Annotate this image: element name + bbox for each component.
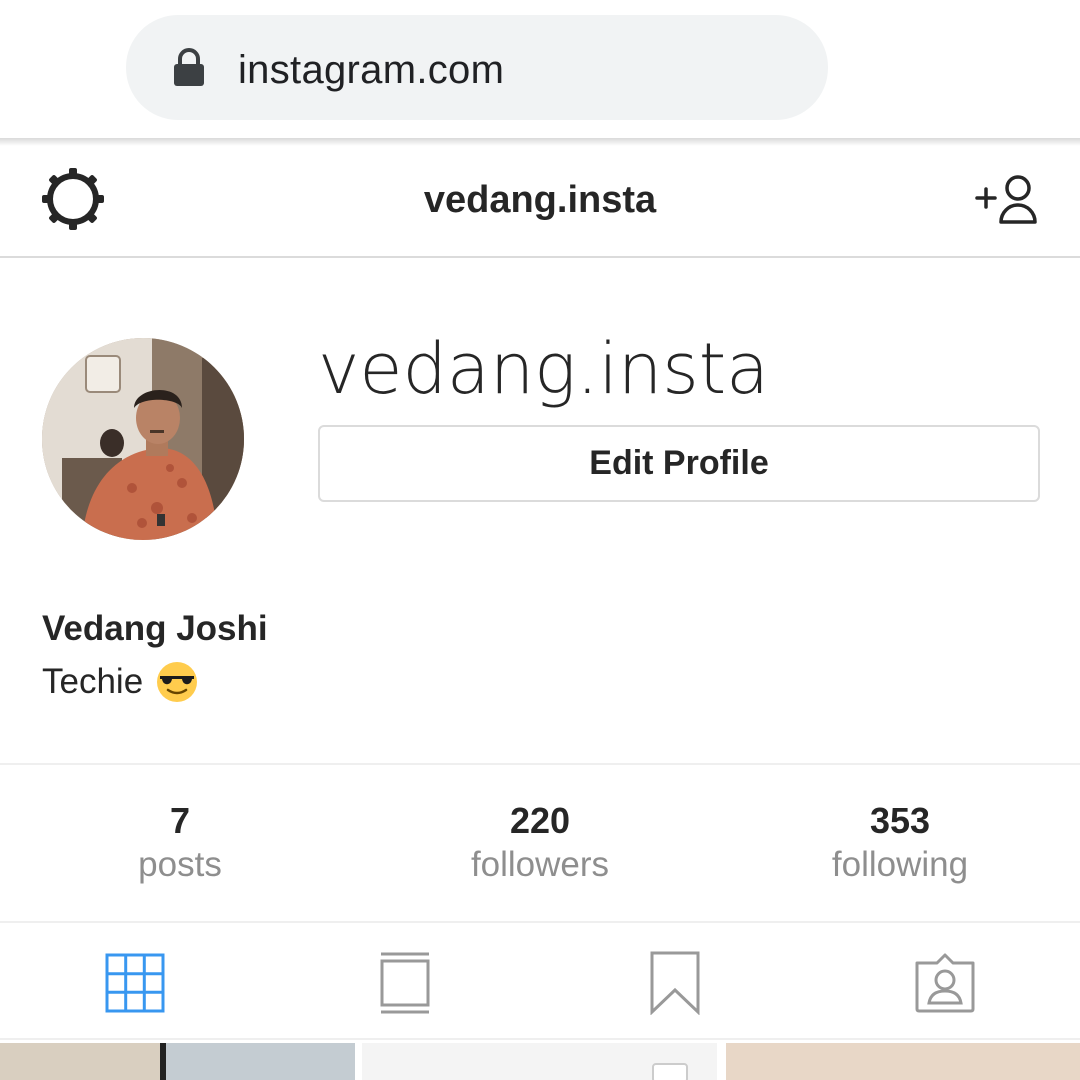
stat-value: 7: [169, 800, 191, 841]
tab-saved[interactable]: [540, 925, 810, 1040]
post-thumbnail[interactable]: [726, 1043, 1080, 1080]
stat-followers[interactable]: 220 followers: [360, 799, 720, 887]
app-header: vedang.insta: [0, 146, 1080, 258]
grid-icon: [105, 953, 165, 1012]
tagged-icon: [915, 953, 975, 1012]
lock-icon: [174, 48, 204, 86]
header-title: vedang.insta: [423, 179, 657, 221]
profile-username: vedang.insta: [318, 328, 770, 410]
stat-following[interactable]: 353 following: [720, 799, 1080, 887]
tab-feed[interactable]: [270, 925, 540, 1040]
profile-tabs: [0, 925, 1080, 1040]
full-name: Vedang Joshi: [42, 609, 268, 648]
stats-bar: 7 posts 220 followers 353 following: [0, 763, 1080, 923]
bio: Techie: [42, 660, 199, 704]
avatar[interactable]: [42, 338, 244, 540]
tab-grid[interactable]: [0, 925, 270, 1040]
stat-posts[interactable]: 7 posts: [0, 799, 360, 887]
feed-icon: [380, 952, 430, 1013]
browser-toolbar: instagram.com: [0, 0, 1080, 140]
stat-value: 220: [509, 800, 571, 841]
bio-text: Techie: [42, 662, 144, 701]
edit-profile-button[interactable]: Edit Profile: [318, 425, 1040, 502]
post-grid: [0, 1043, 1080, 1080]
add-user-icon[interactable]: [974, 172, 1044, 228]
post-thumbnail[interactable]: [362, 1043, 717, 1080]
bookmark-icon: [650, 951, 700, 1015]
post-thumbnail[interactable]: [0, 1043, 355, 1080]
stat-value: 353: [869, 800, 931, 841]
avatar-photo: [42, 338, 244, 540]
toolbar-shadow: [0, 138, 1080, 146]
url-text[interactable]: instagram.com: [238, 44, 504, 96]
stat-label: posts: [138, 845, 222, 884]
stat-label: followers: [470, 845, 610, 884]
tab-tagged[interactable]: [810, 925, 1080, 1040]
sunglasses-face-emoji: [157, 662, 198, 702]
stat-label: following: [831, 845, 969, 884]
